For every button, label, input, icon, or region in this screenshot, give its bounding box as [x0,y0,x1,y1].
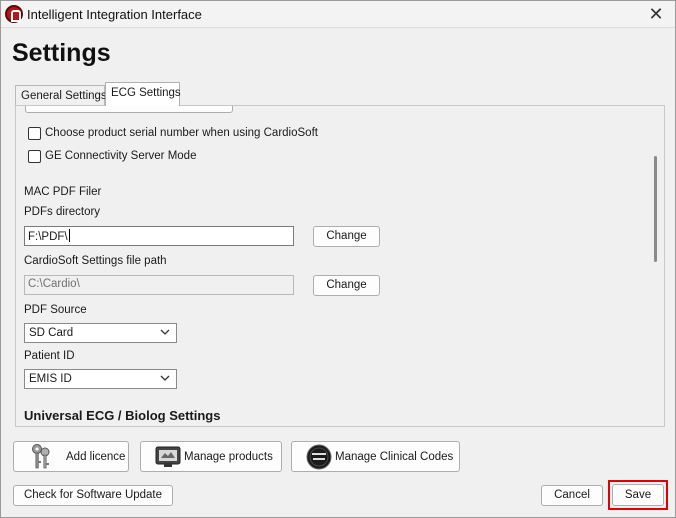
mac-pdf-filer-label: MAC PDF Filer [24,186,102,198]
check-software-update-button[interactable]: Check for Software Update [13,485,173,506]
manage-products-button[interactable]: Manage products [140,441,282,472]
checkbox-choose-serial-row[interactable]: Choose product serial number when using … [28,125,318,141]
vertical-scrollbar[interactable] [648,106,664,426]
pdf-source-label: PDF Source [24,304,87,316]
scrollbar-thumb[interactable] [654,156,657,262]
universal-ecg-heading: Universal ECG / Biolog Settings [24,408,221,423]
text-caret [68,229,70,242]
manage-products-label: Manage products [184,450,273,463]
pdfs-directory-label: PDFs directory [24,206,101,218]
close-icon[interactable]: ✕ [647,5,665,23]
pdfs-directory-value: F:\PDF\ [28,231,68,243]
save-highlight-box [608,480,668,510]
checkbox-ge-connectivity[interactable] [28,149,41,163]
partially-hidden-button[interactable] [25,106,233,113]
checkbox-choose-serial[interactable] [28,126,41,140]
tab-general-settings[interactable]: General Settings [15,85,107,106]
manage-clinical-codes-label: Manage Clinical Codes [335,450,454,463]
cancel-button[interactable]: Cancel [541,485,603,506]
pdf-source-value: SD Card [29,327,74,339]
monitor-icon [155,446,181,467]
pdfs-directory-input[interactable]: F:\PDF\ [24,226,294,246]
checkbox-ge-connectivity-label: GE Connectivity Server Mode [45,150,197,162]
patient-id-label: Patient ID [24,350,75,362]
patient-id-value: EMIS ID [29,373,72,385]
checkbox-ge-connectivity-row[interactable]: GE Connectivity Server Mode [28,148,196,164]
title-bar: Intelligent Integration Interface ✕ [1,1,675,28]
page-title: Settings [12,39,111,67]
cardiosoft-path-label: CardioSoft Settings file path [24,255,167,267]
binary-disc-icon [306,444,332,469]
patient-id-select[interactable]: EMIS ID [24,369,177,389]
window-title: Intelligent Integration Interface [27,7,202,22]
chevron-down-icon [160,329,170,335]
tab-ecg-settings[interactable]: ECG Settings [105,82,181,106]
add-licence-button[interactable]: Add licence [13,441,129,472]
settings-window: Intelligent Integration Interface ✕ Sett… [0,0,676,518]
cardiosoft-path-change-button[interactable]: Change [313,275,380,296]
manage-clinical-codes-button[interactable]: Manage Clinical Codes [291,441,460,472]
keys-icon [32,443,50,468]
add-licence-label: Add licence [66,450,126,463]
ecg-settings-panel: Choose product serial number when using … [15,105,665,427]
pdf-source-select[interactable]: SD Card [24,323,177,343]
chevron-down-icon [160,375,170,381]
app-logo-icon [5,5,23,23]
cardiosoft-path-input: C:\Cardio\ [24,275,294,295]
checkbox-choose-serial-label: Choose product serial number when using … [45,127,318,139]
pdfs-directory-change-button[interactable]: Change [313,226,380,247]
